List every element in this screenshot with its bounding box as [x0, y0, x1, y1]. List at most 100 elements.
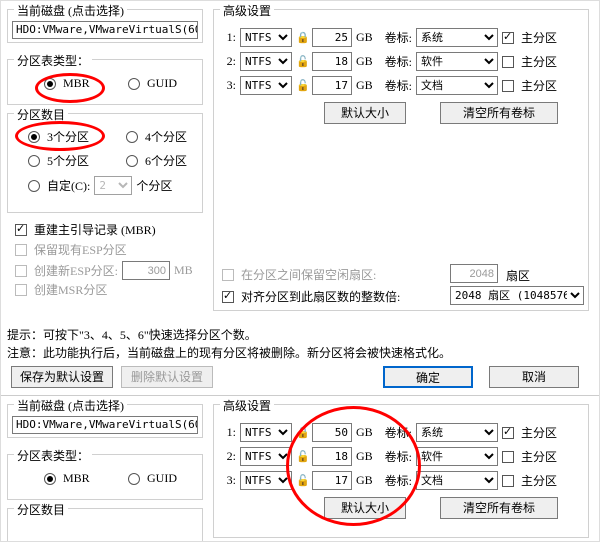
row2b-primary-check[interactable] — [502, 451, 514, 463]
row1-primary-check[interactable] — [502, 32, 514, 44]
row2b-vollbl: 卷标: — [385, 448, 412, 465]
row2-size-input[interactable] — [312, 52, 352, 71]
guid-radio[interactable] — [128, 78, 140, 90]
partition-table-type-group-b: 分区表类型： MBR GUID — [7, 454, 203, 500]
row2-primary-check[interactable] — [502, 56, 514, 68]
row1b-size-input[interactable] — [312, 423, 352, 442]
row3-fs-select[interactable]: NTFS — [240, 76, 292, 95]
count-4-radio[interactable] — [126, 131, 138, 143]
guid-label: GUID — [147, 76, 177, 91]
mbr-label-b: MBR — [63, 471, 90, 486]
partition-table-type-title-b: 分区表类型： — [14, 447, 92, 464]
mbr-label: MBR — [63, 76, 90, 91]
default-size-button[interactable]: 默认大小 — [324, 102, 406, 124]
row2b-vol-select[interactable]: 软件 — [416, 447, 498, 466]
align-select[interactable]: 2048 扇区 (1048576 字节) — [450, 286, 584, 305]
clear-labels-button-b[interactable]: 清空所有卷标 — [440, 497, 558, 519]
gap-value-input — [450, 264, 498, 283]
row3-primary-label: 主分区 — [521, 77, 557, 94]
count-custom-spinner: 2 — [94, 176, 132, 195]
row3-index: 3: — [222, 78, 236, 93]
row2b-unit: GB — [356, 449, 373, 464]
lock-closed-icon[interactable]: 🔒 — [296, 426, 308, 439]
count-6-radio[interactable] — [126, 155, 138, 167]
default-size-button-b[interactable]: 默认大小 — [324, 497, 406, 519]
advanced-settings-group: 高级设置 1: NTFS 🔒 GB 卷标: 系统 主分区 2: NTFS 🔓 G… — [213, 9, 589, 311]
advanced-settings-title: 高级设置 — [220, 2, 274, 19]
partition-count-title-b: 分区数目 — [14, 501, 68, 518]
tip-line-1: 提示：可按下"3、4、5、6"快速选择分区个数。 — [7, 326, 451, 344]
row2-vol-select[interactable]: 软件 — [416, 52, 498, 71]
row3-vollbl: 卷标: — [385, 77, 412, 94]
row3-vol-select[interactable]: 文档 — [416, 76, 498, 95]
lock-closed-icon[interactable]: 🔒 — [296, 31, 308, 44]
row1b-index: 1: — [222, 425, 236, 440]
row2-vollbl: 卷标: — [385, 53, 412, 70]
rebuild-mbr-label: 重建主引导记录 (MBR) — [34, 221, 156, 238]
row3b-fs-select[interactable]: NTFS — [240, 471, 292, 490]
row2-index: 2: — [222, 54, 236, 69]
row1b-unit: GB — [356, 425, 373, 440]
mbr-radio-b[interactable] — [44, 473, 56, 485]
create-esp-check — [15, 265, 27, 277]
row2-fs-select[interactable]: NTFS — [240, 52, 292, 71]
row1b-primary-label: 主分区 — [521, 424, 557, 441]
clear-labels-button[interactable]: 清空所有卷标 — [440, 102, 558, 124]
gap-unit-label: 扇区 — [506, 267, 530, 284]
row1-size-input[interactable] — [312, 28, 352, 47]
partition-table-type-group: 分区表类型： MBR GUID — [7, 59, 203, 105]
create-esp-label: 创建新ESP分区: — [34, 262, 118, 279]
disk-select-input-b[interactable]: HDO:VMware,VMwareVirtualS(60 — [12, 416, 198, 434]
row3-primary-check[interactable] — [502, 80, 514, 92]
delete-default-button: 删除默认设置 — [121, 366, 213, 388]
count-5-radio[interactable] — [28, 155, 40, 167]
guid-label-b: GUID — [147, 471, 177, 486]
row3b-vol-select[interactable]: 文档 — [416, 471, 498, 490]
lock-open-icon[interactable]: 🔓 — [296, 474, 308, 487]
row3b-size-input[interactable] — [312, 471, 352, 490]
count-3-radio[interactable] — [28, 131, 40, 143]
lock-open-icon[interactable]: 🔓 — [296, 79, 308, 92]
partition-count-title: 分区数目 — [14, 106, 68, 123]
lock-open-icon[interactable]: 🔓 — [296, 450, 308, 463]
count-6-label: 6个分区 — [145, 152, 187, 169]
create-msr-label: 创建MSR分区 — [34, 281, 107, 298]
row3b-primary-label: 主分区 — [521, 472, 557, 489]
create-msr-check — [15, 284, 27, 296]
mbr-radio[interactable] — [44, 78, 56, 90]
row3-unit: GB — [356, 78, 373, 93]
row1b-vol-select[interactable]: 系统 — [416, 423, 498, 442]
row2b-size-input[interactable] — [312, 447, 352, 466]
row1b-fs-select[interactable]: NTFS — [240, 423, 292, 442]
rebuild-mbr-check[interactable] — [15, 224, 27, 236]
ok-button[interactable]: 确定 — [383, 366, 473, 388]
row3b-index: 3: — [222, 473, 236, 488]
row1b-primary-check[interactable] — [502, 427, 514, 439]
align-label: 对齐分区到此扇区数的整数倍: — [241, 288, 400, 305]
count-custom-prefix: 自定(C): — [47, 177, 90, 194]
cancel-button[interactable]: 取消 — [489, 366, 579, 388]
partition-count-group: 分区数目 3个分区 4个分区 5个分区 6个分区 自定(C): 2 个分 — [7, 113, 203, 213]
align-check[interactable] — [222, 291, 234, 303]
esp-unit-label: MB — [174, 263, 193, 278]
count-custom-radio[interactable] — [28, 180, 40, 192]
row3b-primary-check[interactable] — [502, 475, 514, 487]
count-5-label: 5个分区 — [47, 152, 89, 169]
row1-unit: GB — [356, 30, 373, 45]
disk-select-input[interactable]: HDO:VMware,VMwareVirtualS(60 — [12, 21, 198, 39]
lock-open-icon[interactable]: 🔓 — [296, 55, 308, 68]
row2-unit: GB — [356, 54, 373, 69]
count-4-label: 4个分区 — [145, 128, 187, 145]
row1b-vollbl: 卷标: — [385, 424, 412, 441]
row1-fs-select[interactable]: NTFS — [240, 28, 292, 47]
row2b-fs-select[interactable]: NTFS — [240, 447, 292, 466]
row1-vol-select[interactable]: 系统 — [416, 28, 498, 47]
keep-esp-check — [15, 244, 27, 256]
row1-index: 1: — [222, 30, 236, 45]
guid-radio-b[interactable] — [128, 473, 140, 485]
row3b-unit: GB — [356, 473, 373, 488]
row2b-index: 2: — [222, 449, 236, 464]
row3-size-input[interactable] — [312, 76, 352, 95]
esp-size-input — [122, 261, 170, 280]
save-default-button[interactable]: 保存为默认设置 — [11, 366, 113, 388]
